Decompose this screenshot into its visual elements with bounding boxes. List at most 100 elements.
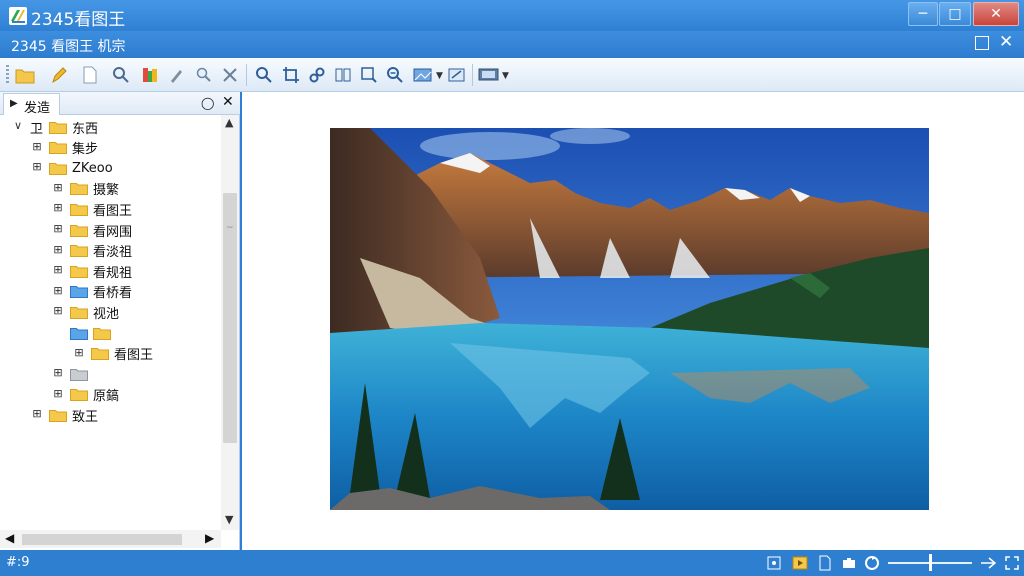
- menu-bar: 2345 看图王 机宗 ✕: [0, 31, 1024, 58]
- tree-expander-icon[interactable]: ⊞: [31, 161, 43, 174]
- new-page-icon[interactable]: [79, 64, 101, 86]
- folder-icon: [70, 286, 88, 299]
- tree-expander-icon[interactable]: ⊞: [31, 141, 43, 154]
- chevron-down-icon[interactable]: ▼: [502, 71, 509, 81]
- tree-item-label: 视池: [93, 306, 120, 322]
- tree-expander-icon[interactable]: ∨: [12, 120, 24, 133]
- tree-expander-icon[interactable]: ⊞: [52, 367, 64, 380]
- tools-icon[interactable]: [219, 64, 241, 86]
- tree-item-label: 看淡祖: [93, 245, 133, 261]
- horizontal-scrollbar[interactable]: ◀ ▶: [0, 530, 221, 548]
- tree-item[interactable]: ⊞ 看图王: [73, 344, 153, 364]
- tree-item[interactable]: ⊞ 看图王: [52, 199, 132, 219]
- page-icon[interactable]: [817, 555, 833, 571]
- tree-item[interactable]: ⊞ 视池: [52, 302, 119, 322]
- search-icon[interactable]: [110, 64, 132, 86]
- panel-header: ▶ 发造 ◯ ✕: [0, 92, 240, 116]
- rotate-icon[interactable]: [864, 555, 880, 571]
- tree-expander-icon[interactable]: ⊞: [52, 285, 64, 298]
- tree-item[interactable]: ⊞ 看桥看: [52, 282, 132, 302]
- image-viewer: [242, 92, 1024, 550]
- folder-icon: [49, 121, 68, 134]
- tree-item-label: ZKeoo: [72, 160, 113, 176]
- folder-icon: [70, 327, 88, 340]
- fullscreen-icon[interactable]: [1004, 555, 1020, 571]
- panel-close-icon[interactable]: ✕: [222, 94, 234, 110]
- tree-item-label: 摄繁: [93, 183, 120, 199]
- screen-dropdown-icon[interactable]: [478, 64, 500, 86]
- tree-expander-icon[interactable]: ⊞: [52, 264, 64, 277]
- fit-icon[interactable]: [766, 555, 782, 571]
- tree-item-label: 看规祖: [93, 265, 133, 281]
- tree-expander-icon[interactable]: ⊞: [52, 305, 64, 318]
- folder-icon: [70, 368, 88, 381]
- tree-expander-icon[interactable]: ⊞: [52, 244, 64, 257]
- image-dropdown-icon[interactable]: [412, 64, 434, 86]
- export-icon[interactable]: [446, 64, 468, 86]
- compare-icon[interactable]: [332, 64, 354, 86]
- zoom-fit-icon[interactable]: [358, 64, 380, 86]
- find-icon[interactable]: [193, 64, 215, 86]
- tree-item[interactable]: ⊞ 集步: [31, 138, 98, 158]
- tree-expander-icon[interactable]: ⊞: [52, 202, 64, 215]
- folder-icon: [70, 224, 88, 237]
- tree-item[interactable]: ⊞ 看淡祖: [52, 241, 132, 261]
- panel-tab[interactable]: ▶ 发造: [3, 93, 60, 116]
- zoom-slider-handle[interactable]: [929, 554, 932, 571]
- restore-icon[interactable]: [975, 36, 989, 50]
- zoom-in-icon[interactable]: [253, 64, 275, 86]
- color-icon[interactable]: [139, 64, 161, 86]
- toolbar-separator: [472, 64, 473, 86]
- chevron-down-icon[interactable]: ▼: [436, 71, 443, 81]
- maximize-button[interactable]: □: [939, 2, 971, 26]
- link-icon[interactable]: [306, 64, 328, 86]
- tree-item[interactable]: ⊞ 看网围: [52, 220, 132, 240]
- zoom-actual-icon[interactable]: [980, 555, 996, 571]
- scroll-down-icon[interactable]: ▼: [225, 513, 233, 526]
- open-folder-icon[interactable]: [14, 64, 36, 86]
- scroll-right-icon[interactable]: ▶: [205, 531, 214, 545]
- toolbar-separator: [246, 64, 247, 86]
- scroll-up-icon[interactable]: ▲: [225, 116, 233, 129]
- tree-item[interactable]: [52, 323, 116, 343]
- tree-expander-icon[interactable]: ⊞: [31, 408, 43, 421]
- tree-item[interactable]: ⊞ 摄繁: [52, 179, 119, 199]
- close-icon[interactable]: ✕: [999, 32, 1013, 52]
- crop-icon[interactable]: [280, 64, 302, 86]
- slideshow-icon[interactable]: [792, 555, 808, 571]
- scroll-grip-icon: ~: [226, 223, 234, 233]
- tree-item[interactable]: ⊞: [52, 364, 93, 384]
- close-button[interactable]: ✕: [973, 2, 1019, 26]
- window-title: 2345看图王: [31, 10, 126, 30]
- tree-item[interactable]: ⊞ ZKeoo: [31, 158, 113, 178]
- tree-expander-icon[interactable]: ⊞: [52, 182, 64, 195]
- tree-item[interactable]: ⊞ 原鎬: [52, 385, 119, 405]
- tree-item[interactable]: ∨ 卫 东西: [12, 117, 98, 137]
- tree-item-label: 东西: [72, 121, 99, 137]
- toolbar-grip[interactable]: [6, 65, 9, 85]
- minimize-button[interactable]: ─: [908, 2, 938, 26]
- status-text: #:9: [6, 555, 30, 570]
- tree-item[interactable]: ⊞ 看规祖: [52, 261, 132, 281]
- pin-icon[interactable]: ◯: [201, 96, 214, 110]
- tree-expander-icon[interactable]: ⊞: [73, 347, 85, 360]
- vertical-scrollbar[interactable]: ▲ ~ ▼: [221, 115, 239, 530]
- tree-item-prefix: 卫: [30, 121, 44, 137]
- panel-tab-label: 发造: [24, 101, 51, 116]
- tree-item-label: 致王: [72, 409, 99, 425]
- edit-pen-icon[interactable]: [48, 64, 70, 86]
- status-bar: #:9: [0, 550, 1024, 576]
- puzzle-icon[interactable]: [841, 555, 857, 571]
- horizontal-scroll-thumb[interactable]: [22, 534, 182, 545]
- brush-icon[interactable]: [166, 64, 188, 86]
- scroll-left-icon[interactable]: ◀: [5, 531, 14, 545]
- folder-icon: [91, 348, 109, 361]
- tree-expander-icon[interactable]: ⊞: [52, 388, 64, 401]
- tree-item[interactable]: ⊞ 致王: [31, 405, 98, 425]
- menu-title: 2345 看图王 机宗: [11, 39, 126, 55]
- tree-expander-icon[interactable]: ⊞: [52, 223, 64, 236]
- zoom-out-icon[interactable]: [384, 64, 406, 86]
- title-bar: 2345看图王 ─ □ ✕: [0, 0, 1024, 31]
- photo-mountain-lake[interactable]: [330, 128, 929, 510]
